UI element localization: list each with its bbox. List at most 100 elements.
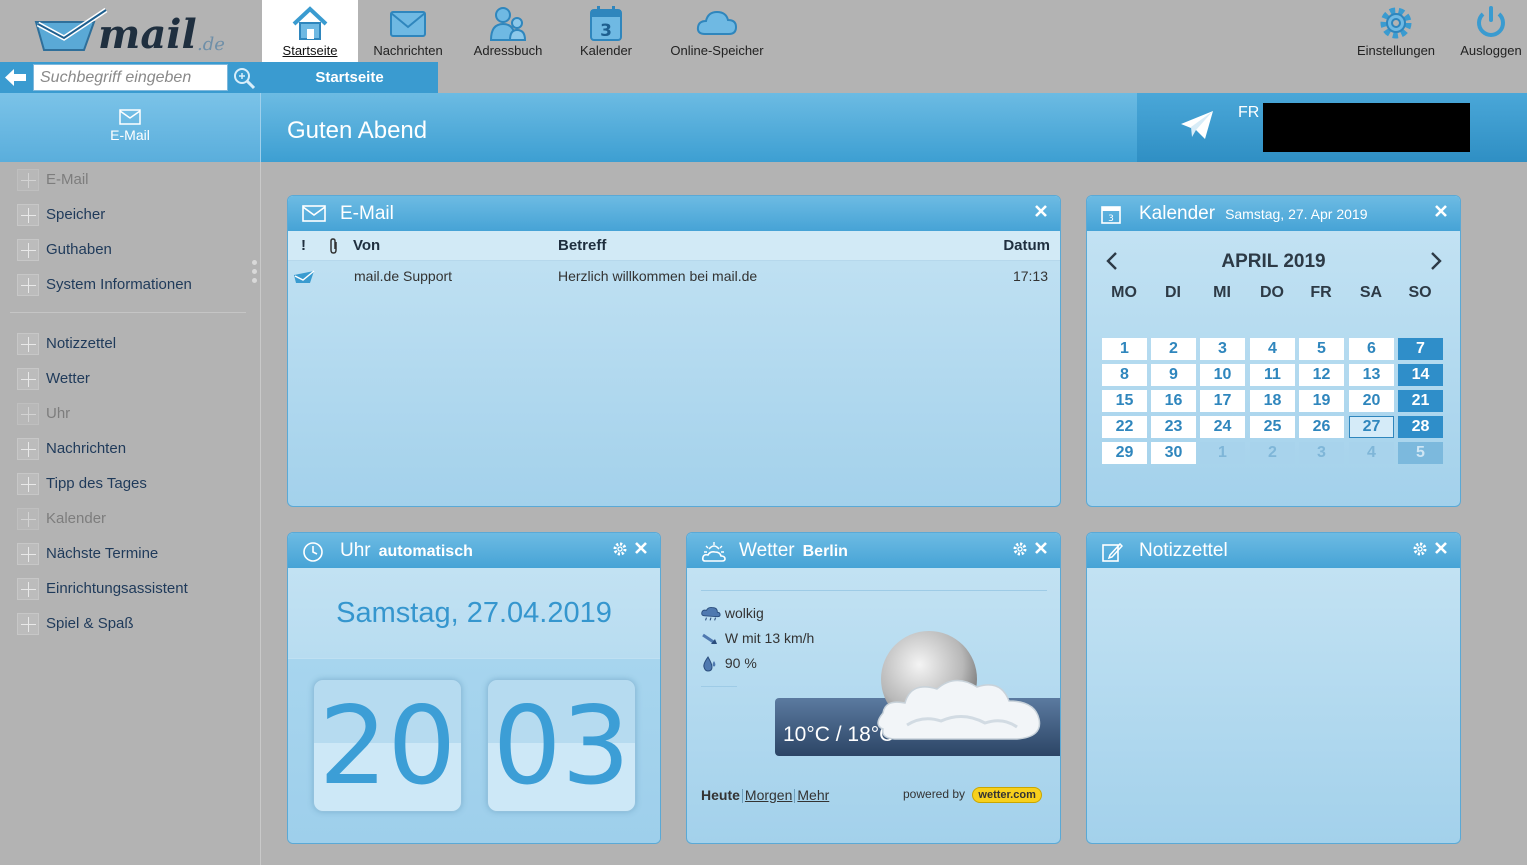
plus-icon xyxy=(17,438,39,461)
calendar-day[interactable]: 24 xyxy=(1200,416,1245,438)
nav-ausloggen[interactable]: Ausloggen xyxy=(1455,0,1527,62)
sidebar-item[interactable]: Guthaben xyxy=(17,238,112,262)
mail-unread-icon xyxy=(294,270,315,283)
calendar-day[interactable]: 19 xyxy=(1299,390,1344,412)
sidebar-item[interactable]: System Informationen xyxy=(17,273,192,297)
sidebar-item[interactable]: Uhr xyxy=(17,402,70,426)
calendar-day[interactable]: 25 xyxy=(1250,416,1295,438)
calendar-day[interactable]: 17 xyxy=(1200,390,1245,412)
gear-icon[interactable] xyxy=(1012,541,1028,557)
calendar-day[interactable]: 6 xyxy=(1349,338,1394,360)
nav-startseite[interactable]: Startseite xyxy=(262,0,358,62)
col-from[interactable]: Von xyxy=(353,237,380,254)
nav-adressbuch[interactable]: Adressbuch xyxy=(466,0,550,62)
plus-icon xyxy=(17,204,39,227)
col-attachment[interactable] xyxy=(328,238,340,258)
weather-link-more[interactable]: Mehr xyxy=(797,787,829,803)
sidebar-item-label: Tipp des Tages xyxy=(46,475,147,492)
calendar-day[interactable]: 13 xyxy=(1349,364,1394,386)
weather-link-tomorrow[interactable]: Morgen xyxy=(745,787,792,803)
nav-online-speicher[interactable]: Online-Speicher xyxy=(664,0,770,62)
search-input[interactable] xyxy=(33,64,228,91)
calendar-day[interactable]: 2 xyxy=(1250,442,1295,464)
col-date[interactable]: Datum xyxy=(1003,237,1050,254)
calendar-day[interactable]: 22 xyxy=(1102,416,1147,438)
sidebar-divider xyxy=(10,312,246,313)
calendar-day[interactable]: 3 xyxy=(1200,338,1245,360)
calendar-day[interactable]: 30 xyxy=(1151,442,1196,464)
col-subject[interactable]: Betreff xyxy=(558,237,606,254)
sidebar-item-label: Notizzettel xyxy=(46,335,117,352)
sidebar-item[interactable]: Tipp des Tages xyxy=(17,472,147,496)
calendar-day[interactable]: 7 xyxy=(1398,338,1443,360)
sidebar-header[interactable]: E-Mail xyxy=(0,93,261,162)
calendar-day[interactable]: 12 xyxy=(1299,364,1344,386)
calendar-day[interactable]: 27 xyxy=(1349,416,1394,438)
calendar-day[interactable]: 26 xyxy=(1299,416,1344,438)
sidebar-item[interactable]: Spiel & Spaß xyxy=(17,612,134,636)
calendar-day[interactable]: 1 xyxy=(1200,442,1245,464)
nav-kalender[interactable]: 3 Kalender xyxy=(570,0,642,62)
close-icon[interactable] xyxy=(1434,204,1448,218)
calendar-day[interactable]: 23 xyxy=(1151,416,1196,438)
calendar-day[interactable]: 4 xyxy=(1349,442,1394,464)
sidebar-item[interactable]: Wetter xyxy=(17,367,90,391)
sidebar-item[interactable]: Nachrichten xyxy=(17,437,126,461)
calendar-day[interactable]: 20 xyxy=(1349,390,1394,412)
calendar-day[interactable]: 18 xyxy=(1250,390,1295,412)
calendar-day[interactable]: 2 xyxy=(1151,338,1196,360)
compose-box[interactable]: FR xyxy=(1137,93,1527,162)
tab-startseite[interactable]: Startseite xyxy=(261,62,438,93)
calendar-day[interactable]: 9 xyxy=(1151,364,1196,386)
sidebar-item[interactable]: Kalender xyxy=(17,507,106,531)
calendar-day[interactable]: 3 xyxy=(1299,442,1344,464)
contacts-icon xyxy=(489,7,527,41)
weather-city: Berlin xyxy=(802,543,848,560)
calendar-day[interactable]: 15 xyxy=(1102,390,1147,412)
search-button[interactable] xyxy=(229,64,259,91)
sidebar-item[interactable]: Speicher xyxy=(17,203,105,227)
calendar-day[interactable]: 4 xyxy=(1250,338,1295,360)
nav-nachrichten[interactable]: Nachrichten xyxy=(362,0,454,62)
calendar-day[interactable]: 1 xyxy=(1102,338,1147,360)
divider xyxy=(701,686,737,687)
sidebar-item[interactable]: Notizzettel xyxy=(17,332,116,356)
calendar-day[interactable]: 16 xyxy=(1151,390,1196,412)
wetter-com-logo[interactable]: wetter.com xyxy=(972,787,1042,803)
email-widget: E-Mail ! Von Betreff Datum mail.de Suppo… xyxy=(287,195,1061,507)
calendar-day[interactable]: 21 xyxy=(1398,390,1443,412)
weather-link-today[interactable]: Heute xyxy=(701,787,740,803)
sun-cloud-icon xyxy=(701,542,726,562)
calendar-day[interactable]: 11 xyxy=(1250,364,1295,386)
close-icon[interactable] xyxy=(634,541,648,555)
close-icon[interactable] xyxy=(1034,541,1048,555)
gear-icon[interactable] xyxy=(1412,541,1428,557)
calendar-day[interactable]: 28 xyxy=(1398,416,1443,438)
nav-einstellungen[interactable]: Einstellungen xyxy=(1353,0,1439,62)
mail-de-logo[interactable]: mail .de xyxy=(34,4,234,58)
logo-envelope-icon: mail .de xyxy=(34,7,225,58)
sidebar-resize-handle[interactable] xyxy=(252,260,258,287)
sidebar-item[interactable]: E-Mail xyxy=(17,168,89,192)
plus-icon xyxy=(17,473,39,496)
gear-icon[interactable] xyxy=(612,541,628,557)
calendar-weekday: DO xyxy=(1260,284,1284,301)
calendar-day[interactable]: 5 xyxy=(1398,442,1443,464)
close-icon[interactable] xyxy=(1434,541,1448,555)
close-icon[interactable] xyxy=(1034,204,1048,218)
calendar-day[interactable]: 8 xyxy=(1102,364,1147,386)
chevron-right-icon[interactable] xyxy=(1429,251,1443,271)
mail-row[interactable]: mail.de Support Herzlich willkommen bei … xyxy=(288,262,1060,290)
widget-title: Notizzettel xyxy=(1139,540,1228,561)
calendar-day[interactable]: 10 xyxy=(1200,364,1245,386)
calendar-day[interactable]: 14 xyxy=(1398,364,1443,386)
col-priority[interactable]: ! xyxy=(301,237,306,254)
nav-label: Ausloggen xyxy=(1460,43,1522,58)
calendar-day[interactable]: 5 xyxy=(1299,338,1344,360)
sidebar-item[interactable]: Einrichtungsassistent xyxy=(17,577,188,601)
notes-area[interactable] xyxy=(1087,568,1460,843)
calendar-day[interactable]: 29 xyxy=(1102,442,1147,464)
sidebar-item[interactable]: Nächste Termine xyxy=(17,542,158,566)
back-button[interactable] xyxy=(0,62,31,93)
envelope-icon xyxy=(302,205,326,222)
